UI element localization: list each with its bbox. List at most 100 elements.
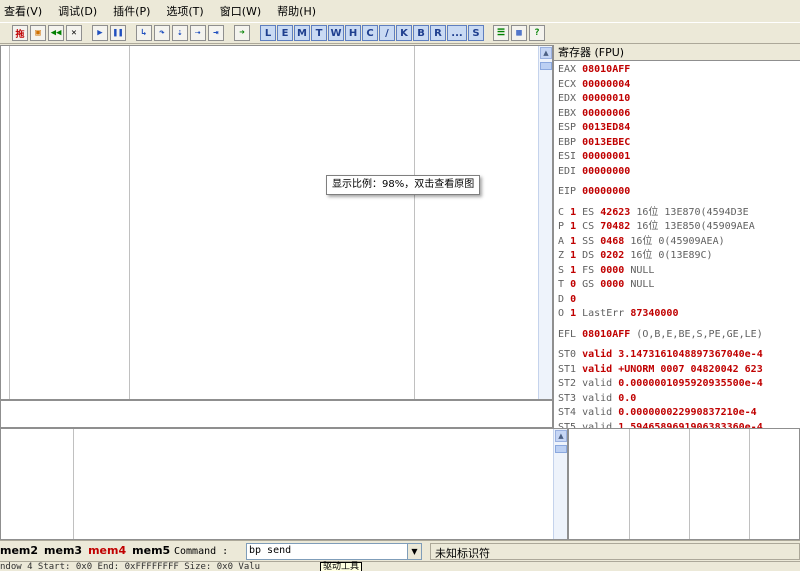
reg-field: O xyxy=(558,308,565,319)
step-into-icon[interactable]: ↳ xyxy=(136,25,152,41)
fpu-row[interactable]: ST4 valid 0.000000022990837210e-4 xyxy=(558,406,757,420)
info-pane xyxy=(0,400,553,428)
scroll-up-icon[interactable]: ▲ xyxy=(555,430,567,442)
reg-field: EBP xyxy=(558,136,577,148)
dump-scrollbar[interactable]: ▲ xyxy=(553,429,567,539)
register-row[interactable]: ECX 00000004 xyxy=(558,78,630,92)
menu-item[interactable]: 帮助(H) xyxy=(277,3,316,19)
register-row[interactable]: EDX 00000010 xyxy=(558,92,630,106)
register-row[interactable]: ESP 0013ED84 xyxy=(558,121,630,135)
drag-button[interactable]: 拖 xyxy=(12,25,28,41)
step-over-icon[interactable]: ↷ xyxy=(154,25,170,41)
window-button[interactable]: M xyxy=(294,25,310,41)
menu-item[interactable]: 调试(D) xyxy=(58,3,97,19)
registers-pane[interactable]: 寄存器 (FPU) EAX 08010AFF ECX 00000004 EDX 00… xyxy=(553,45,800,428)
menu-item[interactable]: 选项(T) xyxy=(166,3,203,19)
register-row[interactable]: EBP 0013EBEC xyxy=(558,136,630,150)
trace-over-icon[interactable]: ⇢ xyxy=(190,25,206,41)
reg-field: 42623 xyxy=(600,206,631,218)
command-input[interactable]: bp send ▼ xyxy=(246,543,422,560)
trace-into-icon[interactable]: ⇣ xyxy=(172,25,188,41)
scroll-up-icon[interactable]: ▲ xyxy=(540,47,552,59)
window-buttons: L E M T W H C / K B R... S xyxy=(260,25,485,41)
fpu-row[interactable]: ST1 valid +UNORM 0007 04820042 623 xyxy=(558,363,763,377)
memory-tab[interactable]: mem3 xyxy=(44,544,82,557)
options-icon[interactable]: ▦ xyxy=(511,25,527,41)
memory-tab[interactable]: mem5 xyxy=(132,544,170,557)
scroll-thumb[interactable] xyxy=(540,62,552,70)
reg-field: +UNORM 0007 04820042 623 xyxy=(618,363,763,375)
reg-field: Z xyxy=(558,250,565,261)
window-button[interactable]: C xyxy=(362,25,378,41)
open-icon[interactable]: ▣ xyxy=(30,25,46,41)
flag-row[interactable]: A 1 SS 0468 16位 0(45909AEA) xyxy=(558,235,725,249)
memory-tab[interactable]: mem2 xyxy=(0,544,38,557)
window-button[interactable]: S xyxy=(468,25,484,41)
run-icon[interactable]: ▶ xyxy=(92,25,108,41)
window-button[interactable]: B xyxy=(413,25,429,41)
goto-icon[interactable]: ➜ xyxy=(234,25,250,41)
reg-field: 1 xyxy=(570,221,577,232)
dropdown-arrow-icon[interactable]: ▼ xyxy=(407,544,421,559)
reg-field: 1 xyxy=(570,264,577,276)
register-row[interactable]: EBX 00000006 xyxy=(558,107,630,121)
zoom-tooltip[interactable]: 显示比例：98%，双击查看原图 xyxy=(326,175,481,195)
register-row[interactable]: EDI 00000000 xyxy=(558,165,630,179)
reg-field: 00000000 xyxy=(582,165,631,177)
list-icon[interactable]: ☰ xyxy=(493,25,509,41)
reg-field: 00000000 xyxy=(582,186,631,197)
flag-row[interactable]: D 0 xyxy=(558,293,576,307)
reg-field: ST0 xyxy=(558,349,577,360)
reg-field: EDI xyxy=(558,165,577,177)
flag-row[interactable]: Z 1 DS 0202 16位 0(13E89C) xyxy=(558,249,713,263)
fpu-row[interactable]: ST2 valid 0.0000001095920935500e-4 xyxy=(558,377,763,391)
register-row[interactable]: ESI 00000001 xyxy=(558,150,630,164)
register-row[interactable]: EAX 08010AFF xyxy=(558,63,630,77)
reg-field: valid xyxy=(582,349,613,360)
help-icon[interactable]: ? xyxy=(529,25,545,41)
reg-field: ECX xyxy=(558,78,577,90)
rewind-icon[interactable]: ◀◀ xyxy=(48,25,64,41)
window-button[interactable]: W xyxy=(328,25,344,41)
flag-row[interactable]: T 0 GS 0000 NULL xyxy=(558,278,654,292)
reg-field: C xyxy=(558,206,565,218)
stack-pane[interactable] xyxy=(568,428,800,540)
menu-item[interactable]: 插件(P) xyxy=(113,3,150,19)
reg-field: ESI xyxy=(558,151,577,162)
fpu-row[interactable]: ST3 valid 0.0 xyxy=(558,392,636,406)
disassembly-scrollbar[interactable]: ▲ xyxy=(538,46,552,399)
window-button[interactable]: K xyxy=(396,25,412,41)
window-button[interactable]: L xyxy=(260,25,276,41)
registers-header[interactable]: 寄存器 (FPU) xyxy=(554,45,800,61)
window-button[interactable]: R xyxy=(430,25,446,41)
flag-row[interactable]: S 1 FS 0000 NULL xyxy=(558,264,654,278)
reg-field: 1 xyxy=(570,250,577,261)
fpu-row[interactable]: ST0 valid 3.1473161048897367040e-4 xyxy=(558,348,763,362)
disassembly-pane[interactable]: ▲ xyxy=(0,45,553,400)
pause-icon[interactable]: ❚❚ xyxy=(110,25,126,41)
scroll-thumb[interactable] xyxy=(555,445,567,453)
execute-till-return-icon[interactable]: ⇥ xyxy=(208,25,224,41)
menu-item[interactable]: 查看(V) xyxy=(4,3,42,19)
reg-field: valid xyxy=(582,363,613,375)
flag-row[interactable]: C 1 ES 42623 16位 13E870(4594D3E xyxy=(558,206,749,220)
window-button[interactable]: E xyxy=(277,25,293,41)
efl-row[interactable]: EFL 08010AFF (O,B,E,BE,S,PE,GE,LE) xyxy=(558,328,763,342)
window-button[interactable]: / xyxy=(379,25,395,41)
fpu-row[interactable]: ST5 valid 1.5946589691906383360e-4 xyxy=(558,421,763,429)
dump-pane[interactable]: ▲ xyxy=(0,428,568,540)
reg-field: 0013ED84 xyxy=(582,122,631,133)
window-button[interactable]: T xyxy=(311,25,327,41)
window-button[interactable]: H xyxy=(345,25,361,41)
flag-row[interactable]: P 1 CS 70482 16位 13E850(45909AEA xyxy=(558,220,755,234)
menu-item[interactable]: 窗口(W) xyxy=(220,3,261,19)
reg-field: T xyxy=(558,279,565,290)
eip-row[interactable]: EIP 00000000 xyxy=(558,185,630,199)
reg-field: 0468 xyxy=(600,235,625,247)
command-input-value[interactable]: bp send xyxy=(249,545,291,556)
reg-field: NULL xyxy=(630,264,655,276)
window-button[interactable]: ... xyxy=(447,25,467,41)
close-icon[interactable]: ✕ xyxy=(66,25,82,41)
flag-row[interactable]: O 1 LastErr 87340000 xyxy=(558,307,678,321)
memory-tab[interactable]: mem4 xyxy=(88,544,126,557)
